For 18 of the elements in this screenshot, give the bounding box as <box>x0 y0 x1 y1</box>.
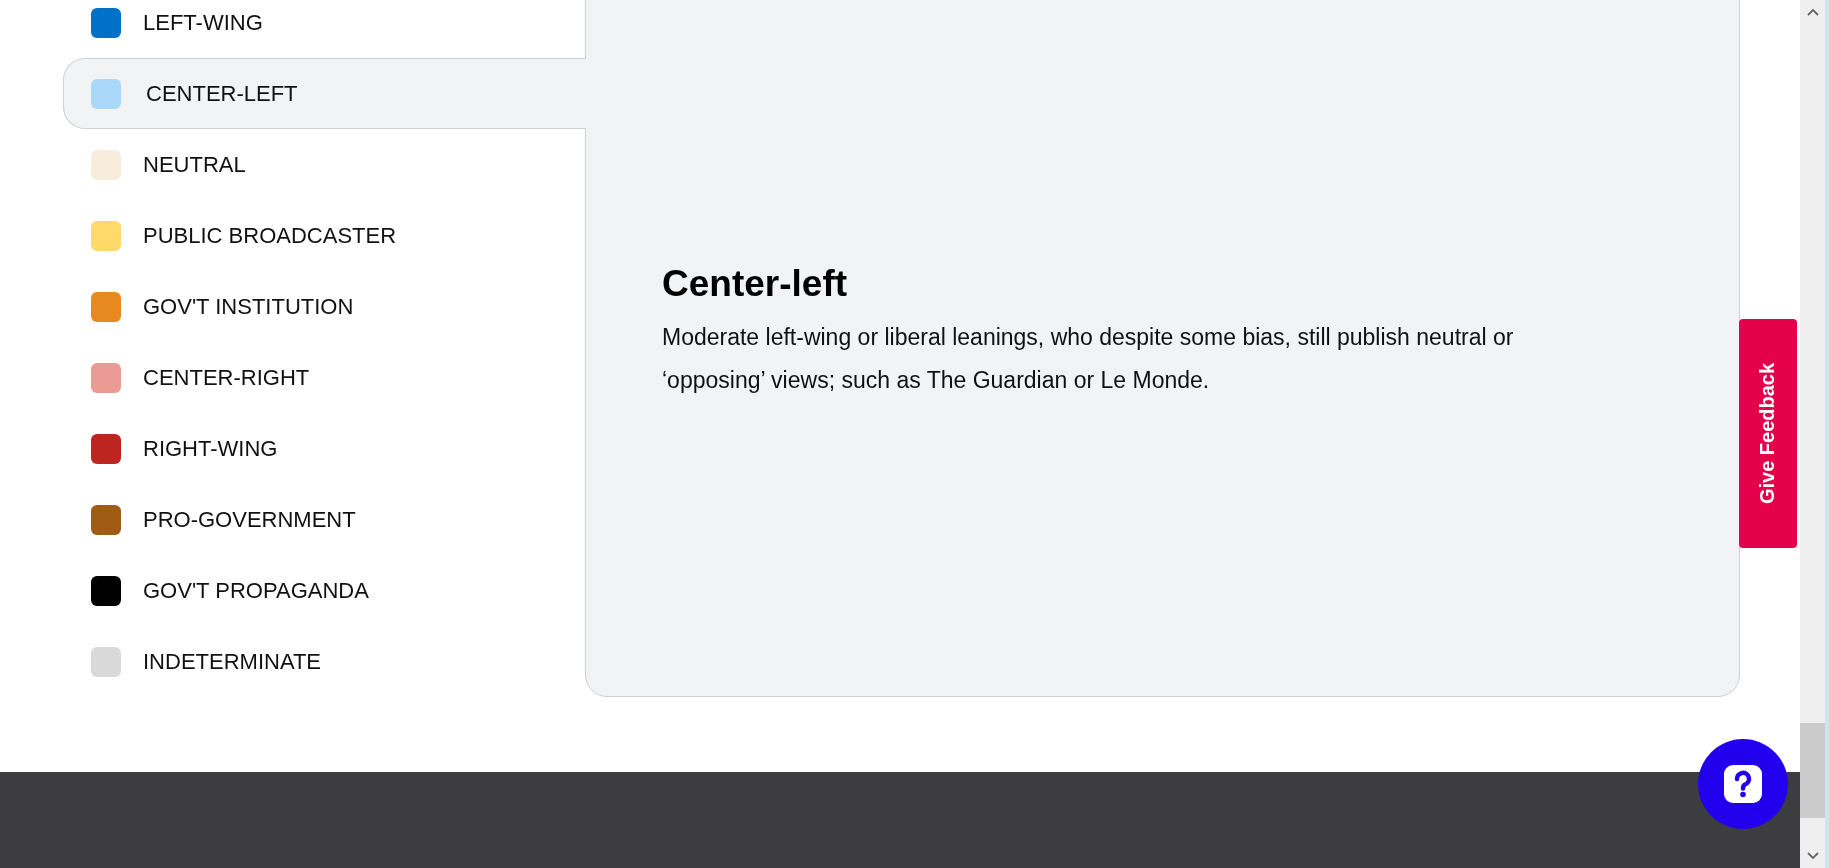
legend-item[interactable]: NEUTRAL <box>63 129 585 200</box>
feedback-button[interactable]: Give Feedback <box>1739 319 1797 548</box>
legend-item[interactable]: CENTER-LEFT <box>63 58 586 129</box>
scrollbar[interactable] <box>1800 0 1829 868</box>
scrollbar-thumb[interactable] <box>1800 723 1825 818</box>
scroll-down-icon[interactable] <box>1806 852 1819 860</box>
legend-item[interactable]: CENTER-RIGHT <box>63 342 585 413</box>
legend-item[interactable]: INDETERMINATE <box>63 626 585 697</box>
legend-item[interactable]: GOV'T PROPAGANDA <box>63 555 585 626</box>
legend-item[interactable]: RIGHT-WING <box>63 413 585 484</box>
help-icon <box>1723 764 1763 804</box>
detail-description: Moderate left-wing or liberal leanings, who despite some bias, still publish neutral or ‘opposing’ views; such as The Guardian or Le Monde. <box>662 323 1515 395</box>
detail-title: Center-left <box>662 264 848 304</box>
legend-item[interactable]: PRO-GOVERNMENT <box>63 484 585 555</box>
legend-item[interactable]: GOV'T INSTITUTION <box>63 271 585 342</box>
legend-item[interactable]: LEFT-WING <box>63 0 585 58</box>
legend-item[interactable]: PUBLIC BROADCASTER <box>63 200 585 271</box>
scroll-up-icon[interactable] <box>1806 8 1819 16</box>
